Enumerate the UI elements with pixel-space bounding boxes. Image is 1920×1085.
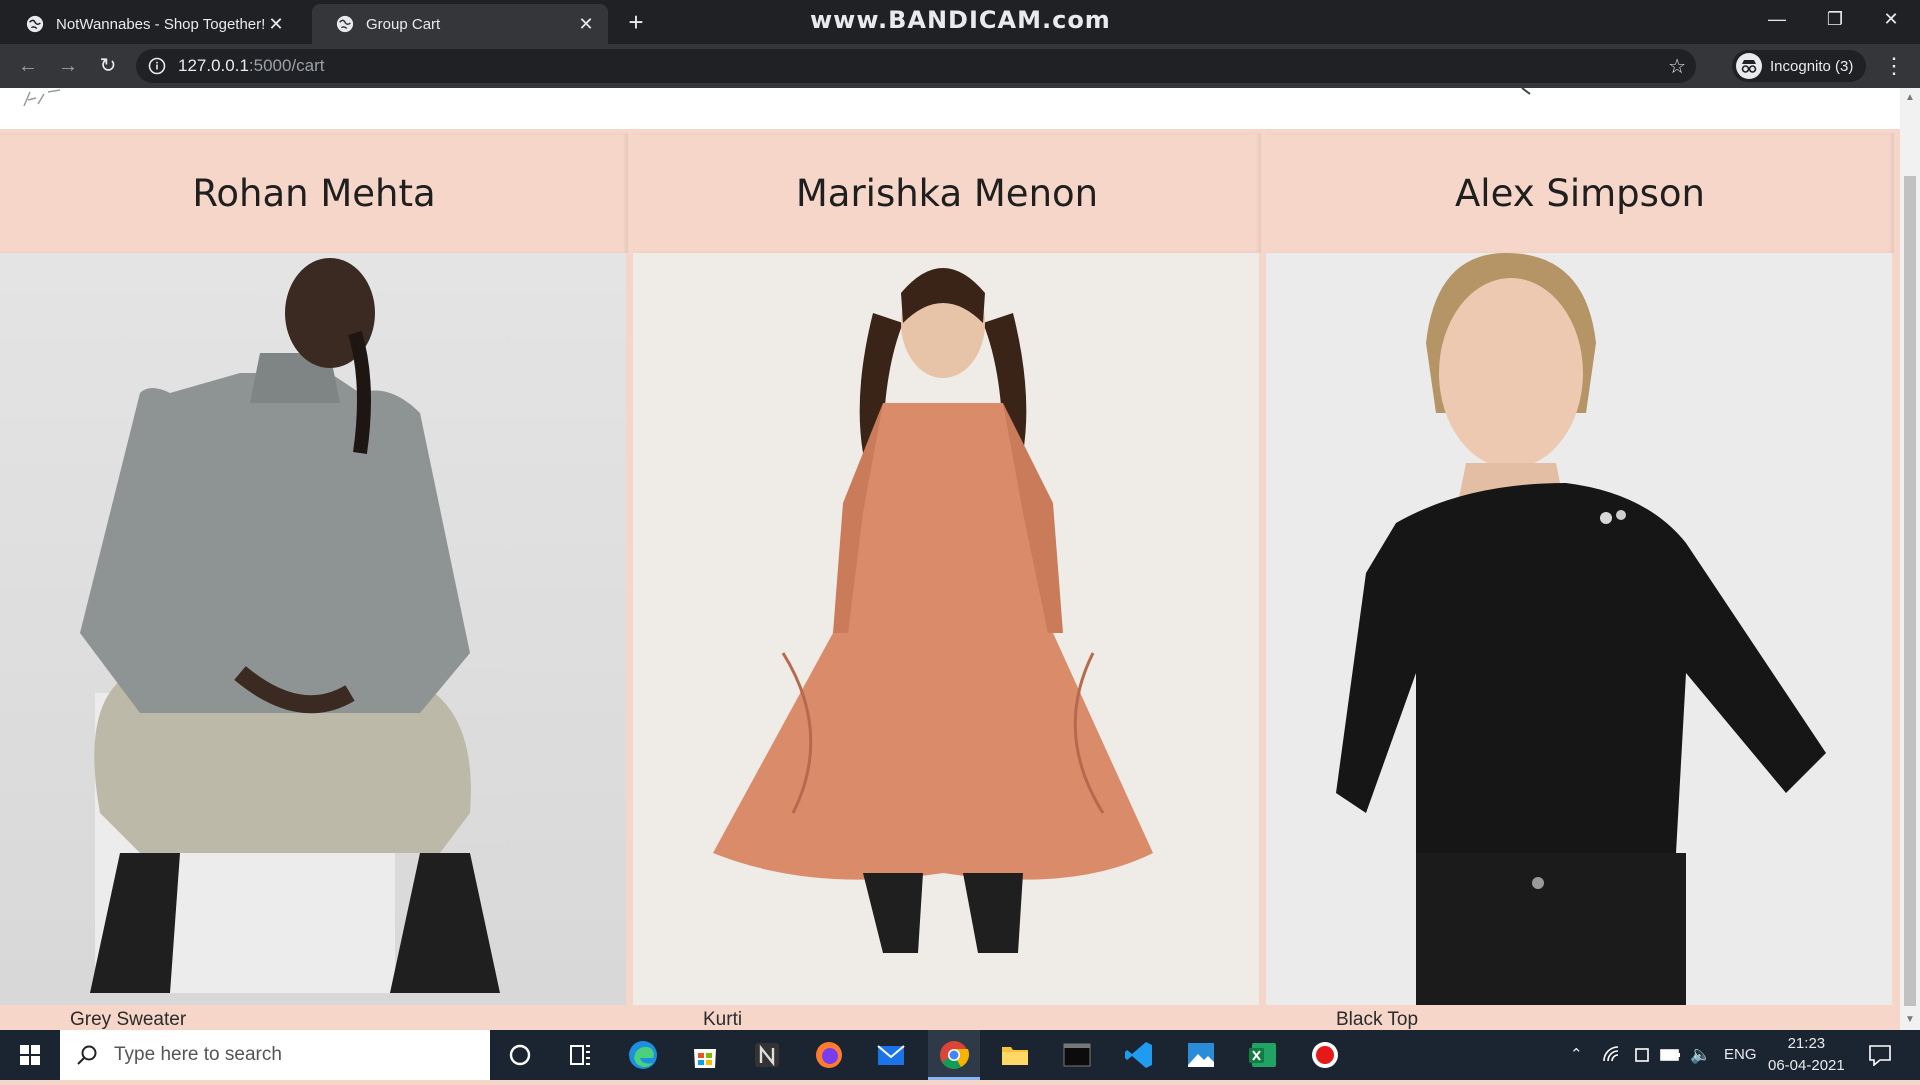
tab-title: Group Cart [366,15,441,33]
browser-toolbar: ← → ↻ 127.0.0.1:5000/cart ☆ Incognito (3… [0,44,1920,88]
device-icon[interactable] [1632,1045,1652,1065]
network-wifi-icon[interactable] [1602,1045,1622,1065]
incognito-label: Incognito (3) [1770,57,1854,75]
edge-browser-icon[interactable] [626,1038,660,1072]
cart-item-name[interactable]: Grey Sweater [70,1009,186,1030]
info-icon[interactable] [148,57,166,75]
cart-column-alex: Alex Simpson Black Top [1266,133,1894,1030]
url-path: :5000/cart [248,56,325,75]
notion-app-icon[interactable] [750,1038,784,1072]
page-content: Rohan Mehta Grey Sweater Marishka Menon … [0,88,1900,1030]
url-host: 127.0.0.1 [178,56,249,75]
close-window-icon[interactable]: ✕ [1862,0,1920,38]
forward-arrow-icon[interactable]: → [52,50,84,82]
bookmark-star-icon[interactable]: ☆ [1668,54,1686,79]
product-image-kurti[interactable] [633,253,1259,1005]
bandicam-record-icon[interactable] [1308,1038,1342,1072]
terminal-icon[interactable] [1060,1038,1094,1072]
browser-tab-strip: NotWannabes - Shop Together! ✕ Group Car… [0,0,1920,44]
incognito-icon [1736,53,1762,79]
member-header: Marishka Menon [633,133,1261,253]
scrollbar-thumb[interactable] [1904,176,1916,1006]
search-placeholder: Type here to search [114,1044,282,1065]
search-icon [77,1045,97,1065]
group-cart-columns: Rohan Mehta Grey Sweater Marishka Menon … [0,133,1900,1030]
close-tab-icon[interactable]: ✕ [576,14,596,34]
globe-icon [26,15,44,33]
tab-title: NotWannabes - Shop Together! [56,15,266,33]
chrome-taskbar-active[interactable] [928,1030,980,1080]
cortana-icon[interactable] [503,1038,537,1072]
incognito-profile-button[interactable]: Incognito (3) [1732,50,1866,82]
product-image-grey-sweater[interactable] [0,253,626,1005]
chrome-menu-icon[interactable]: ⋮ [1880,50,1908,82]
page-scrollbar[interactable]: ▲ ▼ [1900,88,1920,1030]
microsoft-store-icon[interactable] [688,1038,722,1072]
photos-icon[interactable] [1184,1038,1218,1072]
new-tab-button[interactable]: + [622,8,650,36]
task-view-icon[interactable] [563,1038,597,1072]
cart-item-name[interactable]: Black Top [1336,1009,1418,1030]
member-header: Alex Simpson [1266,133,1894,253]
volume-icon[interactable]: 🔈 [1690,1030,1711,1080]
show-hidden-icons-icon[interactable]: ⌃ [1570,1030,1583,1080]
file-explorer-icon[interactable] [998,1038,1032,1072]
battery-icon[interactable] [1660,1046,1682,1064]
tab-notwannabes[interactable]: NotWannabes - Shop Together! ✕ [2,4,298,44]
notifications-icon[interactable] [1868,1044,1892,1066]
recorder-watermark: www.BANDICAM.com [810,6,1111,34]
minimize-icon[interactable]: — [1748,0,1806,38]
firefox-icon[interactable] [812,1038,846,1072]
member-name: Rohan Mehta [192,171,436,215]
restore-icon[interactable]: ❐ [1806,0,1864,38]
scroll-down-arrow-icon[interactable]: ▼ [1904,1014,1916,1026]
taskbar-search-box[interactable]: Type here to search [60,1030,490,1080]
site-header-strip [0,88,1900,129]
member-name: Alex Simpson [1454,171,1706,215]
clock-time: 21:23 [1787,1035,1826,1052]
language-indicator[interactable]: ENG [1724,1030,1757,1080]
site-logo[interactable] [20,88,80,112]
scroll-up-arrow-icon[interactable]: ▲ [1904,92,1916,104]
product-image-black-top[interactable] [1266,253,1892,1005]
cart-item-name[interactable]: Kurti [703,1009,742,1030]
windows-start-button[interactable] [0,1030,60,1080]
cart-column-rohan: Rohan Mehta Grey Sweater [0,133,628,1030]
globe-icon [336,15,354,33]
windows-logo-icon [20,1045,40,1065]
excel-icon[interactable] [1246,1038,1280,1072]
taskbar-clock[interactable]: 21:23 06-04-2021 [1768,1033,1845,1077]
mail-icon[interactable] [874,1038,908,1072]
address-bar[interactable]: 127.0.0.1:5000/cart ☆ [136,49,1696,83]
tab-group-cart[interactable]: Group Cart ✕ [312,4,608,44]
reload-icon[interactable]: ↻ [92,50,124,82]
vscode-icon[interactable] [1122,1038,1156,1072]
chrome-icon [940,1041,970,1069]
clock-date: 06-04-2021 [1768,1057,1845,1074]
member-name: Marishka Menon [795,171,1099,215]
member-header: Rohan Mehta [0,133,628,253]
cart-column-marishka: Marishka Menon Kurti [633,133,1261,1030]
windows-taskbar: Type here to search ⌃ 🔈 ENG 21:23 06-04-… [0,1030,1920,1080]
header-icon-fragment [1521,88,1531,95]
back-arrow-icon[interactable]: ← [12,50,44,82]
close-tab-icon[interactable]: ✕ [266,14,286,34]
url-text: 127.0.0.1:5000/cart [178,56,325,76]
